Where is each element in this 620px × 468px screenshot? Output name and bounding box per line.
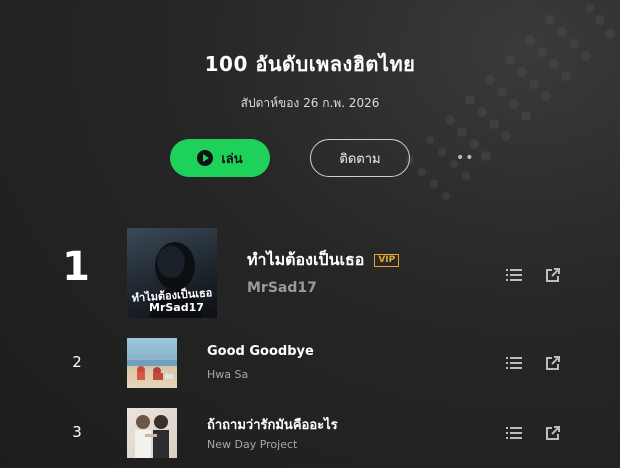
page-subtitle: สัปดาห์ของ 26 ก.พ. 2026 (240, 96, 380, 110)
playlist-add-icon[interactable] (505, 266, 523, 284)
share-external-icon[interactable] (544, 354, 562, 372)
share-external-icon[interactable] (544, 424, 562, 442)
track-artist[interactable]: New Day Project (207, 438, 297, 451)
track-row[interactable]: 1 ทำไมต้องเป็นเธอ MrSad17 ทำไมต้องเป็นเธ… (0, 228, 620, 318)
track-title[interactable]: Good Goodbye (207, 344, 314, 359)
track-rank: 2 (72, 353, 82, 371)
share-external-icon[interactable] (544, 266, 562, 284)
more-dots-icon[interactable]: •• (456, 150, 475, 166)
track-cover-art[interactable]: ทำไมต้องเป็นเธอ MrSad17 (127, 228, 217, 318)
track-cover-art[interactable] (127, 338, 177, 388)
track-row[interactable]: 3 ถ้าถามว่ารักมันคืออะไร New Day Project (0, 408, 620, 458)
vip-badge: VIP (374, 254, 400, 267)
play-icon (197, 150, 214, 166)
track-title[interactable]: ถ้าถามว่ารักมันคืออะไร (207, 414, 338, 435)
cover-portrait (135, 415, 169, 458)
background-dot-pattern (406, 4, 615, 200)
track-artist[interactable]: Hwa Sa (207, 368, 248, 381)
track-title[interactable]: ทำไมต้องเป็นเธอ VIP (247, 248, 400, 273)
track-cover-art[interactable] (127, 408, 177, 458)
play-button[interactable]: เล่น (170, 139, 270, 177)
playlist-add-icon[interactable] (505, 354, 523, 372)
play-button-label: เล่น (221, 151, 243, 167)
playlist-add-icon[interactable] (505, 424, 523, 442)
page-title: 100 อันดับเพลงฮิตไทย (204, 52, 416, 76)
track-rank: 3 (72, 423, 82, 441)
cover-beach-scene (127, 360, 177, 380)
follow-button[interactable]: ติดตาม (310, 139, 410, 177)
follow-button-label: ติดตาม (339, 151, 381, 167)
track-artist[interactable]: MrSad17 (247, 280, 317, 296)
track-row[interactable]: 2 Good Goodbye Hwa Sa (0, 338, 620, 388)
cover-artist-text: MrSad17 (149, 301, 204, 314)
track-rank: 1 (62, 244, 90, 290)
track-title-text: ทำไมต้องเป็นเธอ (247, 250, 365, 269)
